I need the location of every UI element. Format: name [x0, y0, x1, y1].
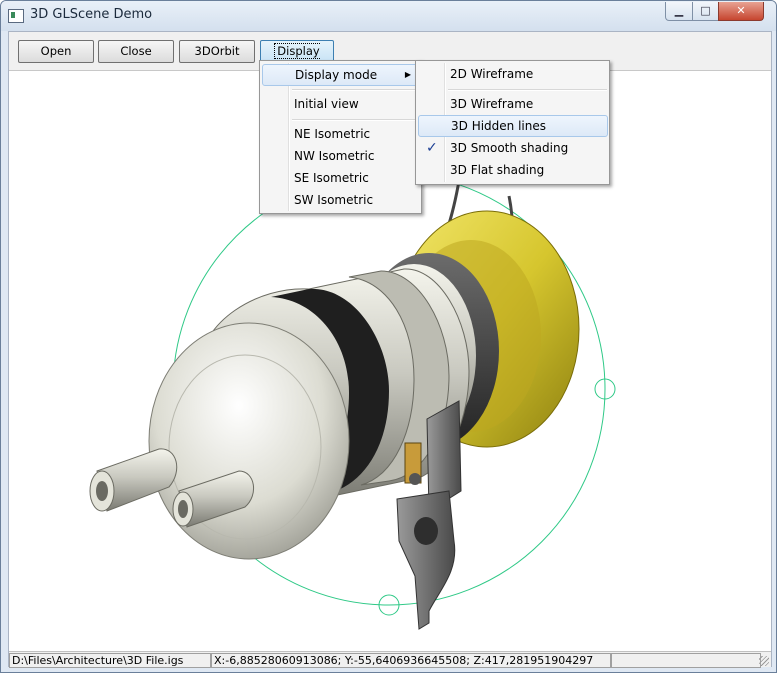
menu-item-3d-flat-shading[interactable]: 3D Flat shading — [418, 160, 606, 180]
display-mode-submenu: 2D Wireframe 3D Wireframe 3D Hidden line… — [415, 60, 610, 185]
menu-item-ne-isometric[interactable]: NE Isometric — [262, 124, 418, 144]
menu-separator — [292, 89, 419, 91]
close-icon: ✕ — [736, 4, 746, 17]
menu-item-3d-smooth-shading[interactable]: ✓ 3D Smooth shading — [418, 138, 606, 158]
menu-separator — [292, 119, 419, 121]
app-icon — [8, 9, 24, 23]
menu-item-display-mode[interactable]: Display mode ▶ — [262, 64, 420, 86]
menu-item-2d-wireframe[interactable]: 2D Wireframe — [418, 64, 606, 84]
display-mode-menu: Display mode ▶ Initial view NE Isometric… — [259, 60, 422, 214]
status-file-path: D:\Files\Architecture\3D File.igs — [9, 653, 211, 668]
status-coordinates: X:-6,88528060913086; Y:-55,6406936645508… — [211, 653, 611, 668]
maximize-button[interactable]: □ — [692, 2, 719, 21]
minimize-icon: ▁ — [674, 4, 684, 17]
menu-item-initial-view[interactable]: Initial view — [262, 94, 418, 114]
menu-item-nw-isometric[interactable]: NW Isometric — [262, 146, 418, 166]
menu-item-3d-wireframe[interactable]: 3D Wireframe — [418, 94, 606, 114]
menu-separator — [448, 89, 607, 91]
open-button[interactable]: Open — [18, 40, 94, 63]
resize-grip-icon[interactable] — [759, 656, 769, 666]
maximize-icon: □ — [700, 4, 711, 17]
menu-item-sw-isometric[interactable]: SW Isometric — [262, 190, 418, 210]
window-title: 3D GLScene Demo — [30, 7, 153, 22]
checkmark-icon: ✓ — [426, 140, 438, 156]
menu-item-se-isometric[interactable]: SE Isometric — [262, 168, 418, 188]
close-button[interactable]: Close — [98, 40, 174, 63]
minimize-button[interactable]: ▁ — [665, 2, 693, 21]
orbit-button[interactable]: 3DOrbit — [179, 40, 255, 63]
status-bar: D:\Files\Architecture\3D File.igs X:-6,8… — [9, 651, 771, 668]
close-window-button[interactable]: ✕ — [718, 2, 764, 21]
status-extra — [611, 653, 761, 668]
submenu-arrow-icon: ▶ — [404, 70, 411, 79]
title-bar[interactable]: 3D GLScene Demo ▁ □ ✕ — [1, 1, 776, 31]
menu-item-3d-hidden-lines[interactable]: 3D Hidden lines — [418, 115, 608, 137]
